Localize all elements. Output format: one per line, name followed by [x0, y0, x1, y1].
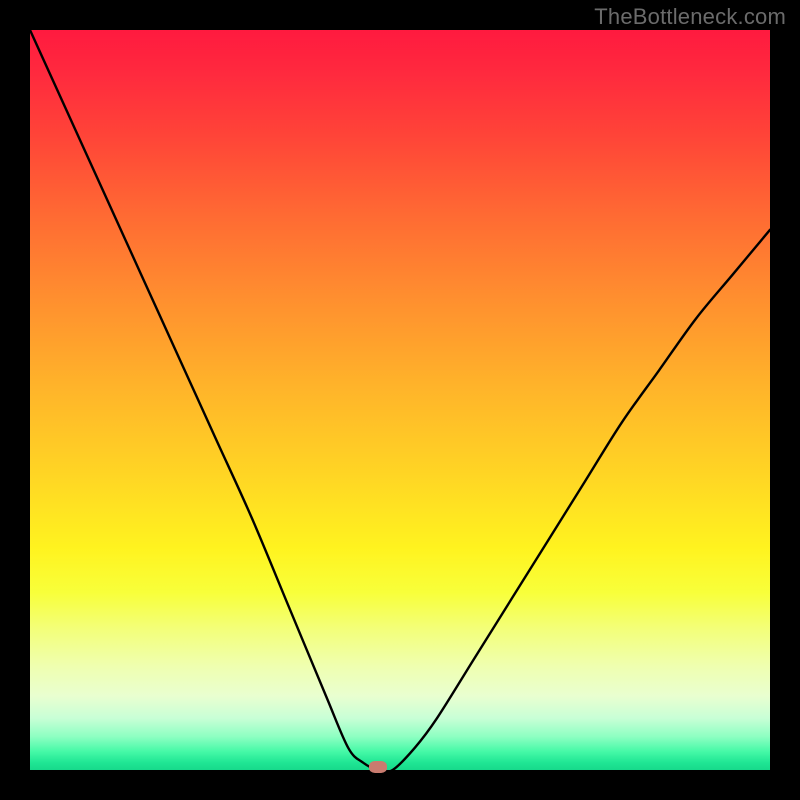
curve-svg — [30, 30, 770, 770]
minimum-marker — [369, 761, 387, 773]
plot-area — [30, 30, 770, 770]
bottleneck-curve-path — [30, 30, 770, 772]
watermark-text: TheBottleneck.com — [594, 4, 786, 30]
chart-frame: TheBottleneck.com — [0, 0, 800, 800]
